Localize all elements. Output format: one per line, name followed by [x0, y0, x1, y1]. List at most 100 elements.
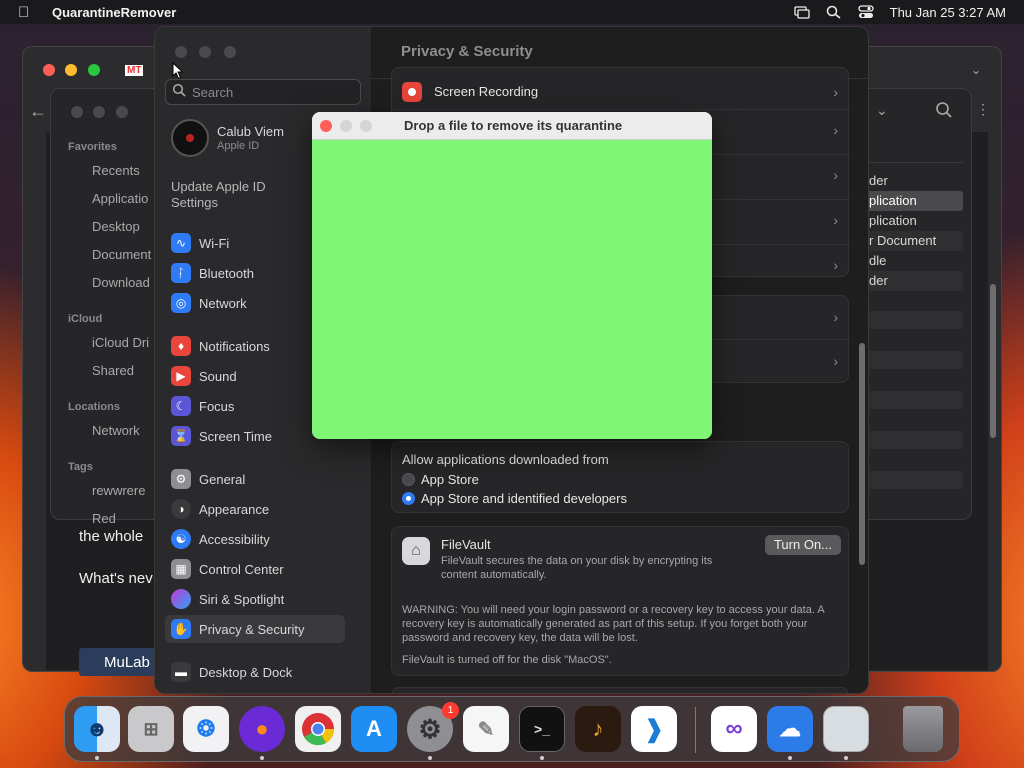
filevault-title: FileVault — [441, 537, 491, 552]
chevron-right-icon: › — [833, 309, 838, 325]
turn-on-button[interactable]: Turn On... — [765, 535, 841, 555]
accessibility-icon: ☯ — [171, 529, 191, 549]
radio-button[interactable] — [402, 473, 415, 486]
sidebar-item-tag-red[interactable]: Red — [92, 511, 116, 526]
file-row[interactable]: dle — [869, 253, 886, 268]
search-field[interactable]: Search — [165, 79, 361, 105]
sidebar-item-recents[interactable]: Recents — [92, 163, 140, 178]
content-scrollbar[interactable] — [859, 343, 865, 565]
sidebar-item-documents[interactable]: Document — [92, 247, 151, 262]
sidebar-item-desktop[interactable]: Desktop — [92, 219, 140, 234]
search-icon[interactable] — [935, 101, 953, 124]
browser-scrollbar[interactable] — [990, 284, 996, 438]
close-button[interactable] — [175, 46, 187, 58]
more-icon[interactable]: ⋮ — [976, 101, 990, 118]
page-text-line: the whole — [79, 528, 144, 545]
file-row[interactable]: r Document — [859, 231, 963, 251]
sidebar-item-network[interactable]: Network — [92, 423, 140, 438]
file-row-selected[interactable]: plication — [859, 191, 963, 211]
sidebar-item-downloads[interactable]: Download — [92, 275, 150, 290]
chevron-right-icon: › — [833, 122, 838, 138]
file-row[interactable] — [859, 391, 963, 409]
dock-icon: ▬ — [171, 662, 191, 682]
chevron-down-icon[interactable]: ⌄ — [876, 102, 888, 119]
vscode-icon[interactable]: ❱ — [631, 706, 677, 752]
minimize-button[interactable] — [199, 46, 212, 58]
sidebar-item-general[interactable]: ⚙ General — [171, 465, 351, 493]
apple-menu-icon[interactable]:  — [18, 4, 34, 21]
control-center-icon: ▦ — [171, 559, 191, 579]
trash-icon[interactable] — [903, 706, 943, 752]
avatar[interactable] — [171, 119, 209, 157]
weather-icon[interactable]: ☁ — [767, 706, 813, 752]
firefox-icon[interactable]: ● — [239, 706, 285, 752]
file-row[interactable]: der — [859, 271, 963, 291]
sidebar-item-shared[interactable]: Shared — [92, 363, 134, 378]
account-name[interactable]: Calub Viem — [217, 124, 284, 139]
list-item-screen-recording[interactable]: Screen Recording › — [392, 74, 850, 110]
minimize-button[interactable] — [93, 106, 106, 118]
sidebar-item-accessibility[interactable]: ☯ Accessibility — [171, 525, 351, 553]
browser-tab-favicon[interactable]: MT — [125, 65, 144, 76]
search-placeholder: Search — [192, 84, 234, 100]
gear-icon: ⚙ — [171, 469, 191, 489]
back-arrow-icon[interactable]: ← — [29, 101, 47, 122]
close-button[interactable] — [43, 64, 55, 76]
sidebar-item-desktop-dock[interactable]: ▬ Desktop & Dock — [171, 658, 351, 686]
control-center-icon[interactable] — [857, 5, 874, 19]
sidebar-item-appearance[interactable]: ◑ Appearance — [171, 495, 351, 523]
minimize-button[interactable] — [65, 64, 78, 76]
screen-mirroring-icon[interactable] — [793, 5, 810, 19]
finder-icon[interactable]: ☻ — [74, 706, 120, 752]
zoom-button[interactable] — [223, 46, 236, 58]
settings-group — [391, 687, 849, 693]
menu-bar:  QuarantineRemover Thu Jan 25 3:27 AM — [0, 0, 1024, 24]
close-button[interactable] — [320, 119, 332, 132]
menu-bar-clock[interactable]: Thu Jan 25 3:27 AM — [890, 5, 1006, 20]
update-apple-id-link[interactable]: Update Apple ID Settings — [171, 179, 311, 211]
radio-button-selected[interactable] — [402, 492, 415, 505]
sidebar-section-header: Tags — [68, 461, 93, 473]
sidebar-item-control-center[interactable]: ▦ Control Center — [171, 555, 351, 583]
running-indicator — [844, 756, 848, 760]
sidebar-item-privacy-security[interactable]: ✋ Privacy & Security — [165, 615, 345, 643]
garageband-icon[interactable]: ♪ — [575, 706, 621, 752]
file-row[interactable] — [859, 351, 963, 369]
zoom-button[interactable] — [360, 119, 372, 132]
search-icon — [172, 83, 186, 102]
chevron-down-icon[interactable]: ⌄ — [971, 63, 981, 77]
minimize-button[interactable] — [340, 119, 352, 132]
terminal-icon[interactable]: >_ — [519, 706, 565, 752]
sidebar-section-header: Favorites — [68, 141, 117, 153]
filevault-house-icon: ⌂ — [402, 537, 430, 565]
file-row[interactable] — [859, 431, 963, 449]
zoom-button[interactable] — [87, 64, 100, 76]
dialog-titlebar[interactable]: Drop a file to remove its quarantine — [312, 112, 712, 140]
spotlight-search-icon[interactable] — [826, 5, 842, 19]
app-name-menu[interactable]: QuarantineRemover — [52, 5, 176, 20]
chrome-icon[interactable] — [295, 706, 341, 752]
safari-icon[interactable]: ❂ — [183, 706, 229, 752]
sidebar-item-applications[interactable]: Applicatio — [92, 191, 148, 206]
close-button[interactable] — [71, 106, 83, 118]
sidebar-item-siri-spotlight[interactable]: Siri & Spotlight — [171, 585, 351, 613]
filevault-warning: WARNING: You will need your login passwo… — [402, 604, 825, 644]
file-row[interactable]: der — [869, 173, 888, 188]
file-row[interactable]: plication — [869, 213, 917, 228]
radio-identified-developers[interactable]: App Store and identified developers — [402, 491, 627, 506]
zoom-button[interactable] — [115, 106, 128, 118]
preview-icon[interactable] — [823, 706, 869, 752]
mulab-button[interactable]: MuLab — [79, 648, 159, 676]
app-store-icon[interactable]: A — [351, 706, 397, 752]
visual-studio-icon[interactable]: ∞ — [711, 706, 757, 752]
filevault-group: ⌂ FileVault FileVault secures the data o… — [391, 526, 849, 676]
sidebar-item-tag[interactable]: rewwrere — [92, 483, 145, 498]
launchpad-icon[interactable]: ⊞ — [128, 706, 174, 752]
file-drop-zone[interactable] — [312, 140, 712, 439]
file-row[interactable] — [859, 471, 963, 489]
file-row[interactable] — [859, 311, 963, 329]
sidebar-item-icloud-drive[interactable]: iCloud Dri — [92, 335, 149, 350]
filevault-description: FileVault secures the data on your disk … — [441, 555, 713, 581]
textedit-icon[interactable]: ✎ — [463, 706, 509, 752]
radio-app-store[interactable]: App Store — [402, 472, 479, 487]
